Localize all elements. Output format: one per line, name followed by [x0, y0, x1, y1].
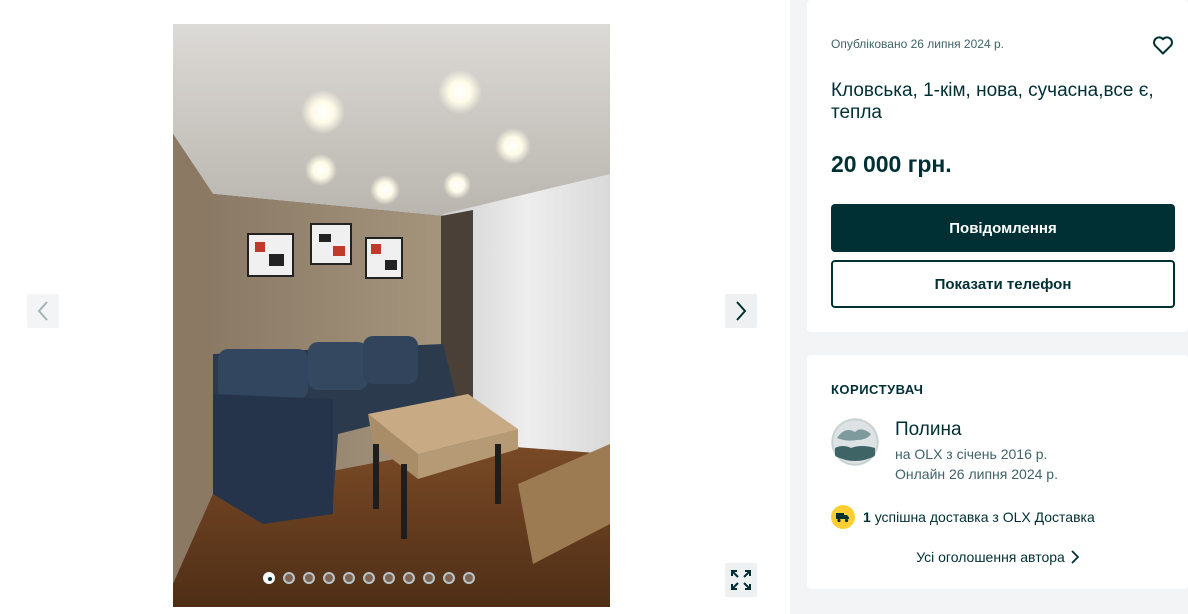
pagination-dot-active[interactable]	[263, 572, 275, 584]
pagination-dot[interactable]	[303, 572, 315, 584]
avatar[interactable]	[831, 418, 879, 466]
pagination-dot[interactable]	[363, 572, 375, 584]
published-date: Опубліковано 26 липня 2024 р.	[831, 37, 1004, 51]
gallery	[0, 0, 790, 614]
user-since: на OLX з січень 2016 р.	[895, 446, 1048, 462]
pagination-dot[interactable]	[383, 572, 395, 584]
fullscreen-button[interactable]	[725, 563, 757, 597]
ad-info-card: Опубліковано 26 липня 2024 р. Кловська, …	[807, 0, 1188, 332]
pagination-dot[interactable]	[283, 572, 295, 584]
all-ads-label: Усі оголошення автора	[916, 549, 1065, 565]
delivery-info: 1 успішна доставка з OLX Доставка	[831, 505, 1095, 529]
delivery-count: 1	[863, 509, 871, 525]
ad-title: Кловська, 1-кім, нова, сучасна,все є, те…	[831, 80, 1154, 123]
message-button[interactable]: Повідомлення	[831, 204, 1175, 252]
prev-photo-button[interactable]	[27, 294, 59, 328]
ad-price: 20 000 грн.	[831, 151, 952, 177]
pagination-dot[interactable]	[423, 572, 435, 584]
photo-pagination	[263, 572, 475, 588]
expand-icon	[731, 570, 751, 590]
pagination-dot[interactable]	[403, 572, 415, 584]
next-photo-button[interactable]	[725, 294, 757, 328]
listing-photo[interactable]	[173, 24, 610, 607]
pagination-dot[interactable]	[323, 572, 335, 584]
show-phone-button[interactable]: Показати телефон	[831, 260, 1175, 308]
user-section-heading: КОРИСТУВАЧ	[831, 382, 924, 397]
user-last-online: Онлайн 26 липня 2024 р.	[895, 466, 1058, 482]
chevron-right-icon	[736, 301, 747, 321]
chevron-right-icon	[1071, 550, 1079, 564]
user-name: Полина	[895, 419, 962, 440]
delivery-text: успішна доставка з OLX Доставка	[874, 509, 1095, 525]
favorite-button[interactable]	[1151, 33, 1175, 57]
truck-icon	[831, 505, 855, 529]
pagination-dot[interactable]	[343, 572, 355, 584]
chevron-left-icon	[37, 301, 48, 321]
pagination-dot[interactable]	[463, 572, 475, 584]
all-author-ads-link[interactable]: Усі оголошення автора	[807, 549, 1188, 565]
user-card: КОРИСТУВАЧ Полина на OLX з січень 2016 р…	[807, 355, 1188, 589]
heart-icon	[1153, 36, 1173, 55]
pagination-dot[interactable]	[443, 572, 455, 584]
